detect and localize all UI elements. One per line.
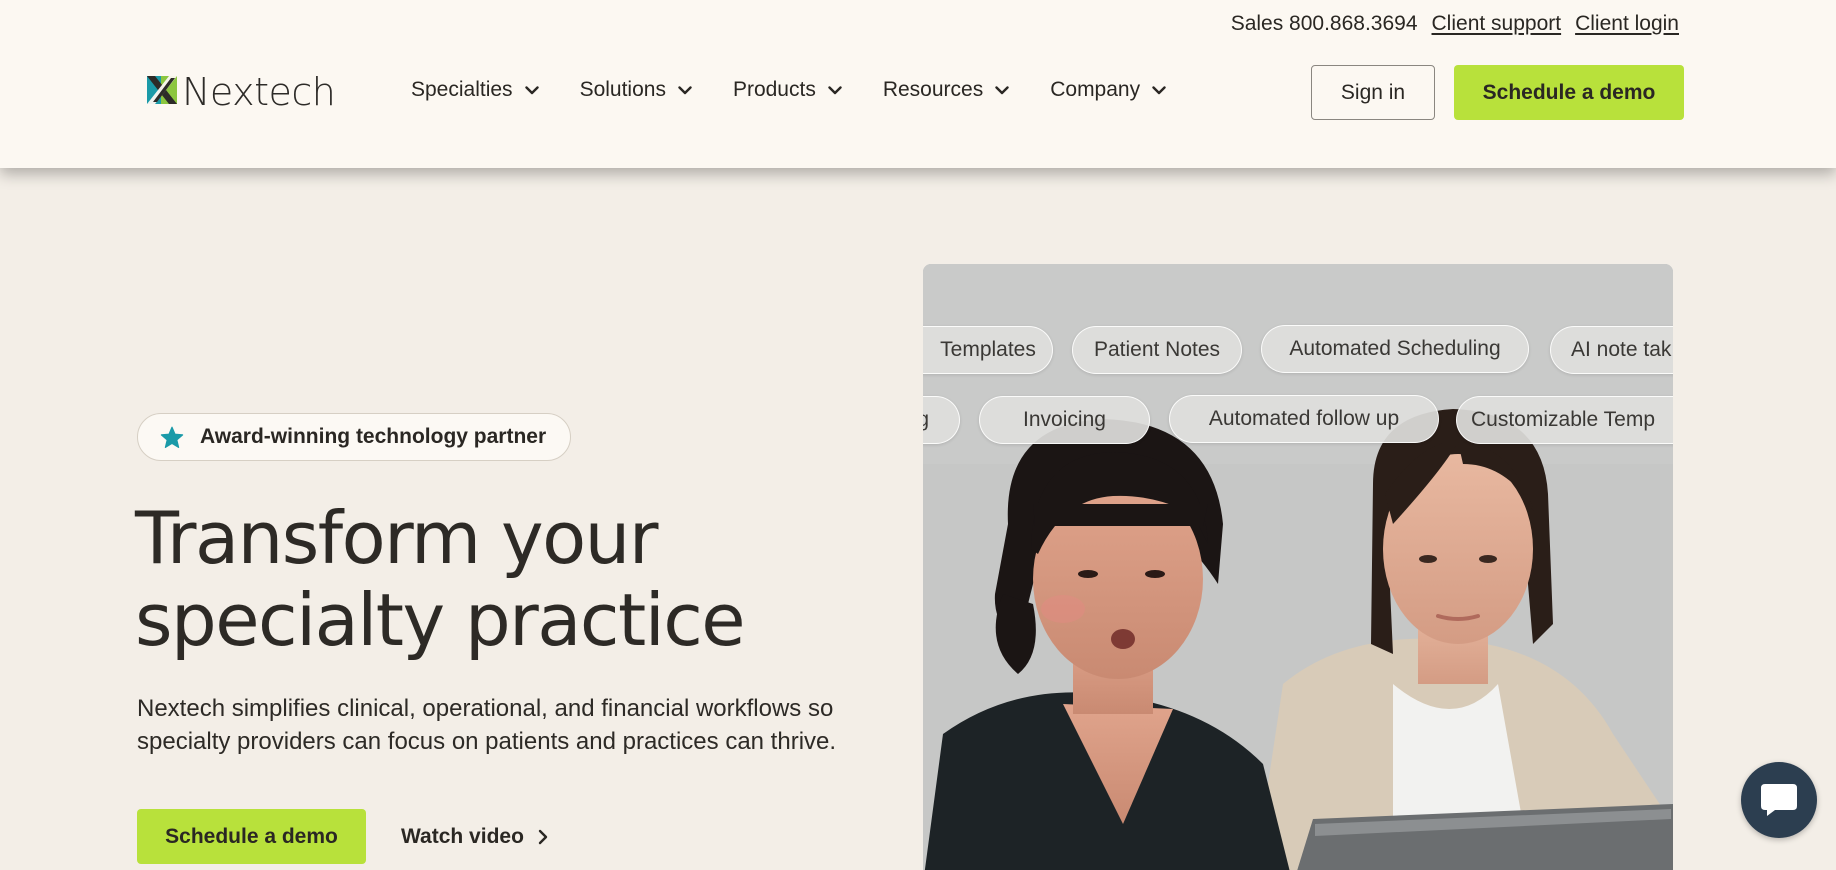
nav-label: Solutions (579, 78, 666, 101)
chip-label: AI note tak (1571, 338, 1672, 361)
feature-chip: Patient Notes (1072, 326, 1242, 374)
feature-chip: Automated follow up (1169, 395, 1439, 443)
nav-solutions[interactable]: Solutions (580, 78, 692, 102)
star-icon (160, 426, 184, 449)
feature-chip: Automated Scheduling (1261, 325, 1529, 373)
nav-label: Products (732, 78, 816, 101)
feature-chip: Templates (923, 326, 1053, 374)
watch-video-link[interactable]: Watch video (401, 809, 548, 864)
client-support-link[interactable]: Client support (1432, 12, 1562, 36)
logo-text: Nextech (182, 70, 336, 114)
nav-label: Company (1050, 78, 1141, 101)
sign-in-button[interactable]: Sign in (1311, 65, 1435, 120)
headline-line-2: specialty practice (135, 578, 746, 662)
chip-label: g (923, 408, 929, 432)
nextech-logo[interactable]: Nextech (147, 70, 336, 114)
chat-bubble-icon (1761, 784, 1797, 816)
chat-widget-button[interactable] (1741, 762, 1817, 838)
chevron-down-icon (524, 85, 539, 94)
nav-label: Specialties (411, 78, 513, 101)
chevron-down-icon (995, 85, 1009, 94)
feature-chip: AI note tak (1550, 326, 1673, 374)
feature-chip: Customizable Temp (1456, 396, 1673, 444)
headline-line-1: Transform your (135, 496, 658, 580)
hero-headline: Transform your specialty practice (135, 497, 855, 661)
chip-label: Automated Scheduling (1289, 337, 1501, 360)
nav-specialties[interactable]: Specialties (411, 78, 539, 102)
nextech-logo-icon (147, 74, 177, 111)
chevron-down-icon (828, 85, 842, 94)
chevron-right-icon (538, 829, 548, 844)
chevron-down-icon (678, 85, 692, 94)
chip-label: Customizable Temp (1471, 408, 1656, 431)
nav-label: Resources (882, 78, 984, 101)
schedule-demo-header-button[interactable]: Schedule a demo (1454, 65, 1684, 120)
nav-resources[interactable]: Resources (883, 78, 1009, 102)
schedule-demo-hero-button[interactable]: Schedule a demo (137, 809, 366, 864)
site-header: Sales 800.868.3694 Client support Client… (0, 0, 1836, 168)
hero-photo: Templates Patient Notes Automated Schedu… (923, 264, 1673, 870)
sales-phone[interactable]: Sales 800.868.3694 (1231, 12, 1418, 36)
chip-label: Invoicing (1023, 408, 1106, 431)
nav-products[interactable]: Products (733, 78, 842, 102)
feature-chip: Invoicing (979, 396, 1150, 444)
nav-company[interactable]: Company (1050, 78, 1166, 102)
badge-label: Award-winning technology partner (200, 425, 547, 448)
utility-bar: Sales 800.868.3694 Client support Client… (1231, 12, 1679, 36)
main-nav: Specialties Solutions Products Resources… (411, 78, 1207, 102)
chip-label: Automated follow up (1208, 407, 1400, 430)
client-login-link[interactable]: Client login (1575, 12, 1679, 36)
chevron-down-icon (1152, 85, 1166, 94)
chip-label: Patient Notes (1093, 338, 1221, 361)
watch-video-label: Watch video (401, 824, 524, 848)
chip-label: Templates (940, 338, 1036, 361)
hero-subtext: Nextech simplifies clinical, operational… (137, 695, 837, 755)
award-badge: Award-winning technology partner (137, 413, 571, 461)
